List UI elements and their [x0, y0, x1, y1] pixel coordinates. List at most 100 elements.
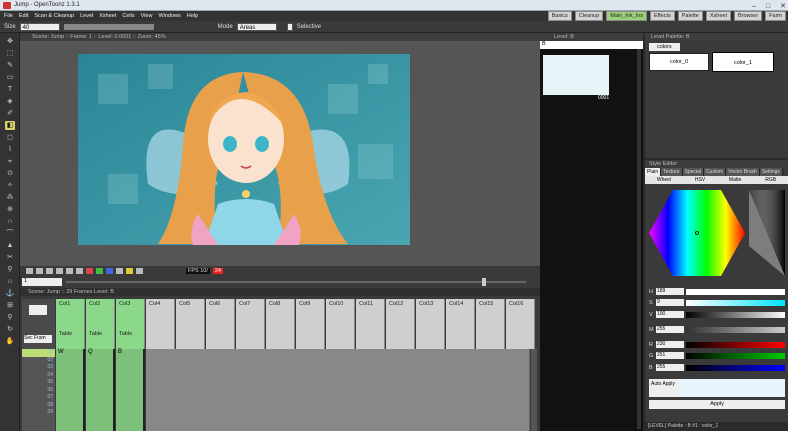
tab-wheel[interactable]: Wheel [657, 176, 671, 184]
menu-level[interactable]: Level [80, 13, 93, 19]
column-header-col2[interactable]: Col2 Table [86, 299, 115, 349]
menu-view[interactable]: View [141, 13, 153, 19]
row-number[interactable]: 01 [22, 349, 55, 357]
room-main-ink-ins[interactable]: Main_Ink_Ins [606, 11, 648, 21]
xsheet-scrollbar[interactable] [531, 349, 537, 431]
fps-field[interactable]: 24 [212, 268, 223, 274]
column-cells-col1[interactable]: W [56, 349, 85, 431]
room-cleanup[interactable]: Cleanup [574, 11, 604, 21]
column-header-col13[interactable]: Col13 [416, 299, 445, 349]
row-number[interactable]: 07 [22, 394, 55, 402]
apply-button[interactable]: Apply [649, 400, 785, 409]
room-basics[interactable]: Basics [547, 11, 572, 21]
mode-select[interactable]: Areas [236, 22, 277, 31]
saturation-channel[interactable]: S9 [649, 298, 785, 307]
menu-cells[interactable]: Cells [122, 13, 134, 19]
color-wheel[interactable] [649, 186, 785, 280]
empty-cells-area[interactable] [146, 349, 530, 431]
tab-custom[interactable]: Custom [703, 168, 727, 176]
level-frame-thumbnail[interactable] [543, 55, 609, 95]
eraser-tool-icon[interactable]: ◻ [5, 133, 15, 142]
red-channel[interactable]: R 230 [649, 340, 785, 349]
pinch-tool-icon[interactable]: ⁂ [5, 193, 15, 202]
style-picker-tool-icon[interactable]: ⌖ [5, 157, 15, 166]
row-number[interactable]: 03 [22, 364, 55, 372]
column-header-col15[interactable]: Col15 [476, 299, 505, 349]
frame-slider[interactable] [66, 281, 526, 283]
next-frame-icon[interactable] [66, 268, 73, 274]
room-palette[interactable]: Palette [677, 11, 703, 21]
column-header-col9[interactable]: Col9 [296, 299, 325, 349]
control-point-tool-icon[interactable]: ✧ [5, 181, 15, 190]
selection-tool-icon[interactable]: ⬚ [5, 49, 15, 58]
iron-tool-icon[interactable]: ▲ [5, 241, 15, 250]
green-channel[interactable]: G 251 [649, 351, 785, 360]
row-number[interactable]: 02 [22, 357, 55, 365]
tab-hsv[interactable]: HSV [695, 176, 705, 184]
menu-windows[interactable]: Windows [158, 13, 180, 19]
last-frame-icon[interactable] [76, 268, 83, 274]
bg-checker-icon[interactable] [126, 268, 133, 274]
play-icon[interactable] [46, 268, 53, 274]
tab-settings[interactable]: Settings [759, 168, 783, 176]
row-number[interactable]: 06 [22, 387, 55, 395]
bender-tool-icon[interactable]: ⌒ [5, 229, 15, 238]
rgb-picker-tool-icon[interactable]: ⊙ [5, 169, 15, 178]
column-header-col7[interactable]: Col7 [236, 299, 265, 349]
color-chip-1[interactable]: color_1 [712, 52, 774, 72]
matte-channel-icon[interactable] [116, 268, 123, 274]
row-number[interactable]: 08 [22, 402, 55, 410]
column-header-col11[interactable]: Col11 [356, 299, 385, 349]
brush-tool-icon[interactable]: ✎ [5, 61, 15, 70]
room-browser[interactable]: Browser [733, 11, 763, 21]
skeleton-tool-icon[interactable]: ⚲ [5, 265, 15, 274]
prev-frame-icon[interactable] [36, 268, 43, 274]
column-header-col5[interactable]: Col5 [176, 299, 205, 349]
type-tool-icon[interactable]: T [5, 85, 15, 94]
tab-vector-brush[interactable]: Vector Brush [726, 168, 760, 176]
tab-plain[interactable]: Plain [645, 168, 662, 176]
pump-tool-icon[interactable]: ⊕ [5, 205, 15, 214]
column-header-col3[interactable]: Col3 Table [116, 299, 145, 349]
plastic-tool-icon[interactable]: ⊞ [5, 301, 15, 310]
zoom-icon[interactable] [136, 268, 143, 274]
selective-checkbox[interactable] [286, 22, 293, 31]
tab-matte[interactable]: Matte [729, 176, 742, 184]
frame-slider-handle[interactable] [482, 278, 486, 286]
camera-stand-icon[interactable] [29, 305, 47, 315]
column-header-col8[interactable]: Col8 [266, 299, 295, 349]
column-header-col14[interactable]: Col14 [446, 299, 475, 349]
level-strip-scrollbar[interactable] [637, 49, 641, 429]
geometric-tool-icon[interactable]: ▭ [5, 73, 15, 82]
room-farm[interactable]: Farm [765, 11, 786, 21]
row-number[interactable]: 05 [22, 379, 55, 387]
menu-scan-cleanup[interactable]: Scan & Cleanup [34, 13, 74, 19]
tab-special[interactable]: Special [682, 168, 704, 176]
scene-frame-select[interactable]: Sec Fram [24, 335, 52, 343]
column-header-col12[interactable]: Col12 [386, 299, 415, 349]
cutter-tool-icon[interactable]: ✂ [5, 253, 15, 262]
tab-rgb[interactable]: RGB [765, 176, 776, 184]
blue-channel-icon[interactable] [106, 268, 113, 274]
menu-xsheet[interactable]: Xsheet [99, 13, 116, 19]
room-xsheet[interactable]: Xsheet [705, 11, 731, 21]
canvas-artwork[interactable] [78, 54, 410, 245]
tracker-tool-icon[interactable]: ⌂ [5, 277, 15, 286]
hue-channel[interactable]: H 189 [649, 287, 785, 296]
loop-icon[interactable] [56, 268, 63, 274]
room-effects[interactable]: Effects [650, 11, 675, 21]
size-field[interactable]: 40 [19, 22, 60, 31]
color-chip-0[interactable]: color_0 [649, 53, 709, 71]
hand-tool-icon[interactable]: ✋ [5, 337, 15, 346]
first-frame-icon[interactable] [26, 268, 33, 274]
zoom-tool-icon[interactable]: ⚲ [5, 313, 15, 322]
tab-texture[interactable]: Texture [661, 168, 683, 176]
size-slider[interactable] [63, 23, 154, 30]
paint-brush-tool-icon[interactable]: ✐ [5, 109, 15, 118]
frame-field[interactable]: 1 [22, 278, 62, 286]
green-channel-icon[interactable] [96, 268, 103, 274]
column-header-col10[interactable]: Col10 [326, 299, 355, 349]
row-number[interactable]: 04 [22, 372, 55, 380]
rotate-tool-icon[interactable]: ↻ [5, 325, 15, 334]
fill-tool-icon[interactable]: ◈ [5, 97, 15, 106]
